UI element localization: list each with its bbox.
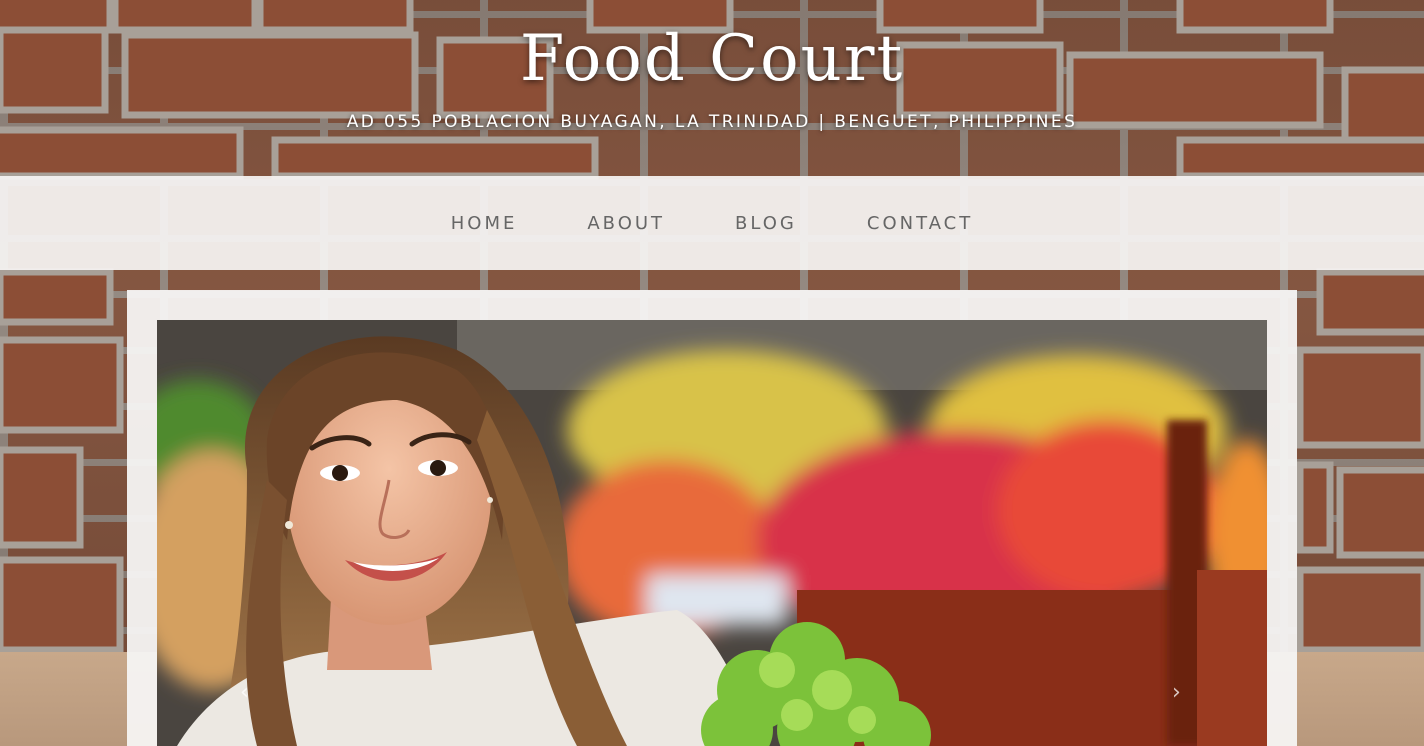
site-header: Food Court AD 055 POBLACION BUYAGAN, LA … (0, 0, 1424, 176)
nav-item-home: HOME (451, 213, 518, 234)
nav-link-contact[interactable]: CONTACT (867, 213, 973, 234)
nav-item-about: ABOUT (587, 213, 665, 234)
slide-image (157, 320, 1267, 746)
nav-menu: HOME ABOUT BLOG CONTACT (0, 176, 1424, 270)
site-title[interactable]: Food Court (0, 22, 1424, 96)
site-address: AD 055 POBLACION BUYAGAN, LA TRINIDAD | … (346, 112, 1078, 132)
page: Food Court AD 055 POBLACION BUYAGAN, LA … (0, 0, 1424, 746)
nav-link-about[interactable]: ABOUT (587, 213, 665, 234)
nav-item-contact: CONTACT (867, 213, 973, 234)
slider-prev-icon[interactable]: ‹ (240, 680, 249, 705)
main-navigation: HOME ABOUT BLOG CONTACT (0, 176, 1424, 270)
image-slider: ‹ › (157, 320, 1267, 746)
content-card: ‹ › (127, 290, 1297, 746)
nav-link-home[interactable]: HOME (451, 213, 518, 234)
nav-item-blog: BLOG (735, 213, 797, 234)
slider-next-icon[interactable]: › (1172, 680, 1181, 705)
nav-link-blog[interactable]: BLOG (735, 213, 797, 234)
